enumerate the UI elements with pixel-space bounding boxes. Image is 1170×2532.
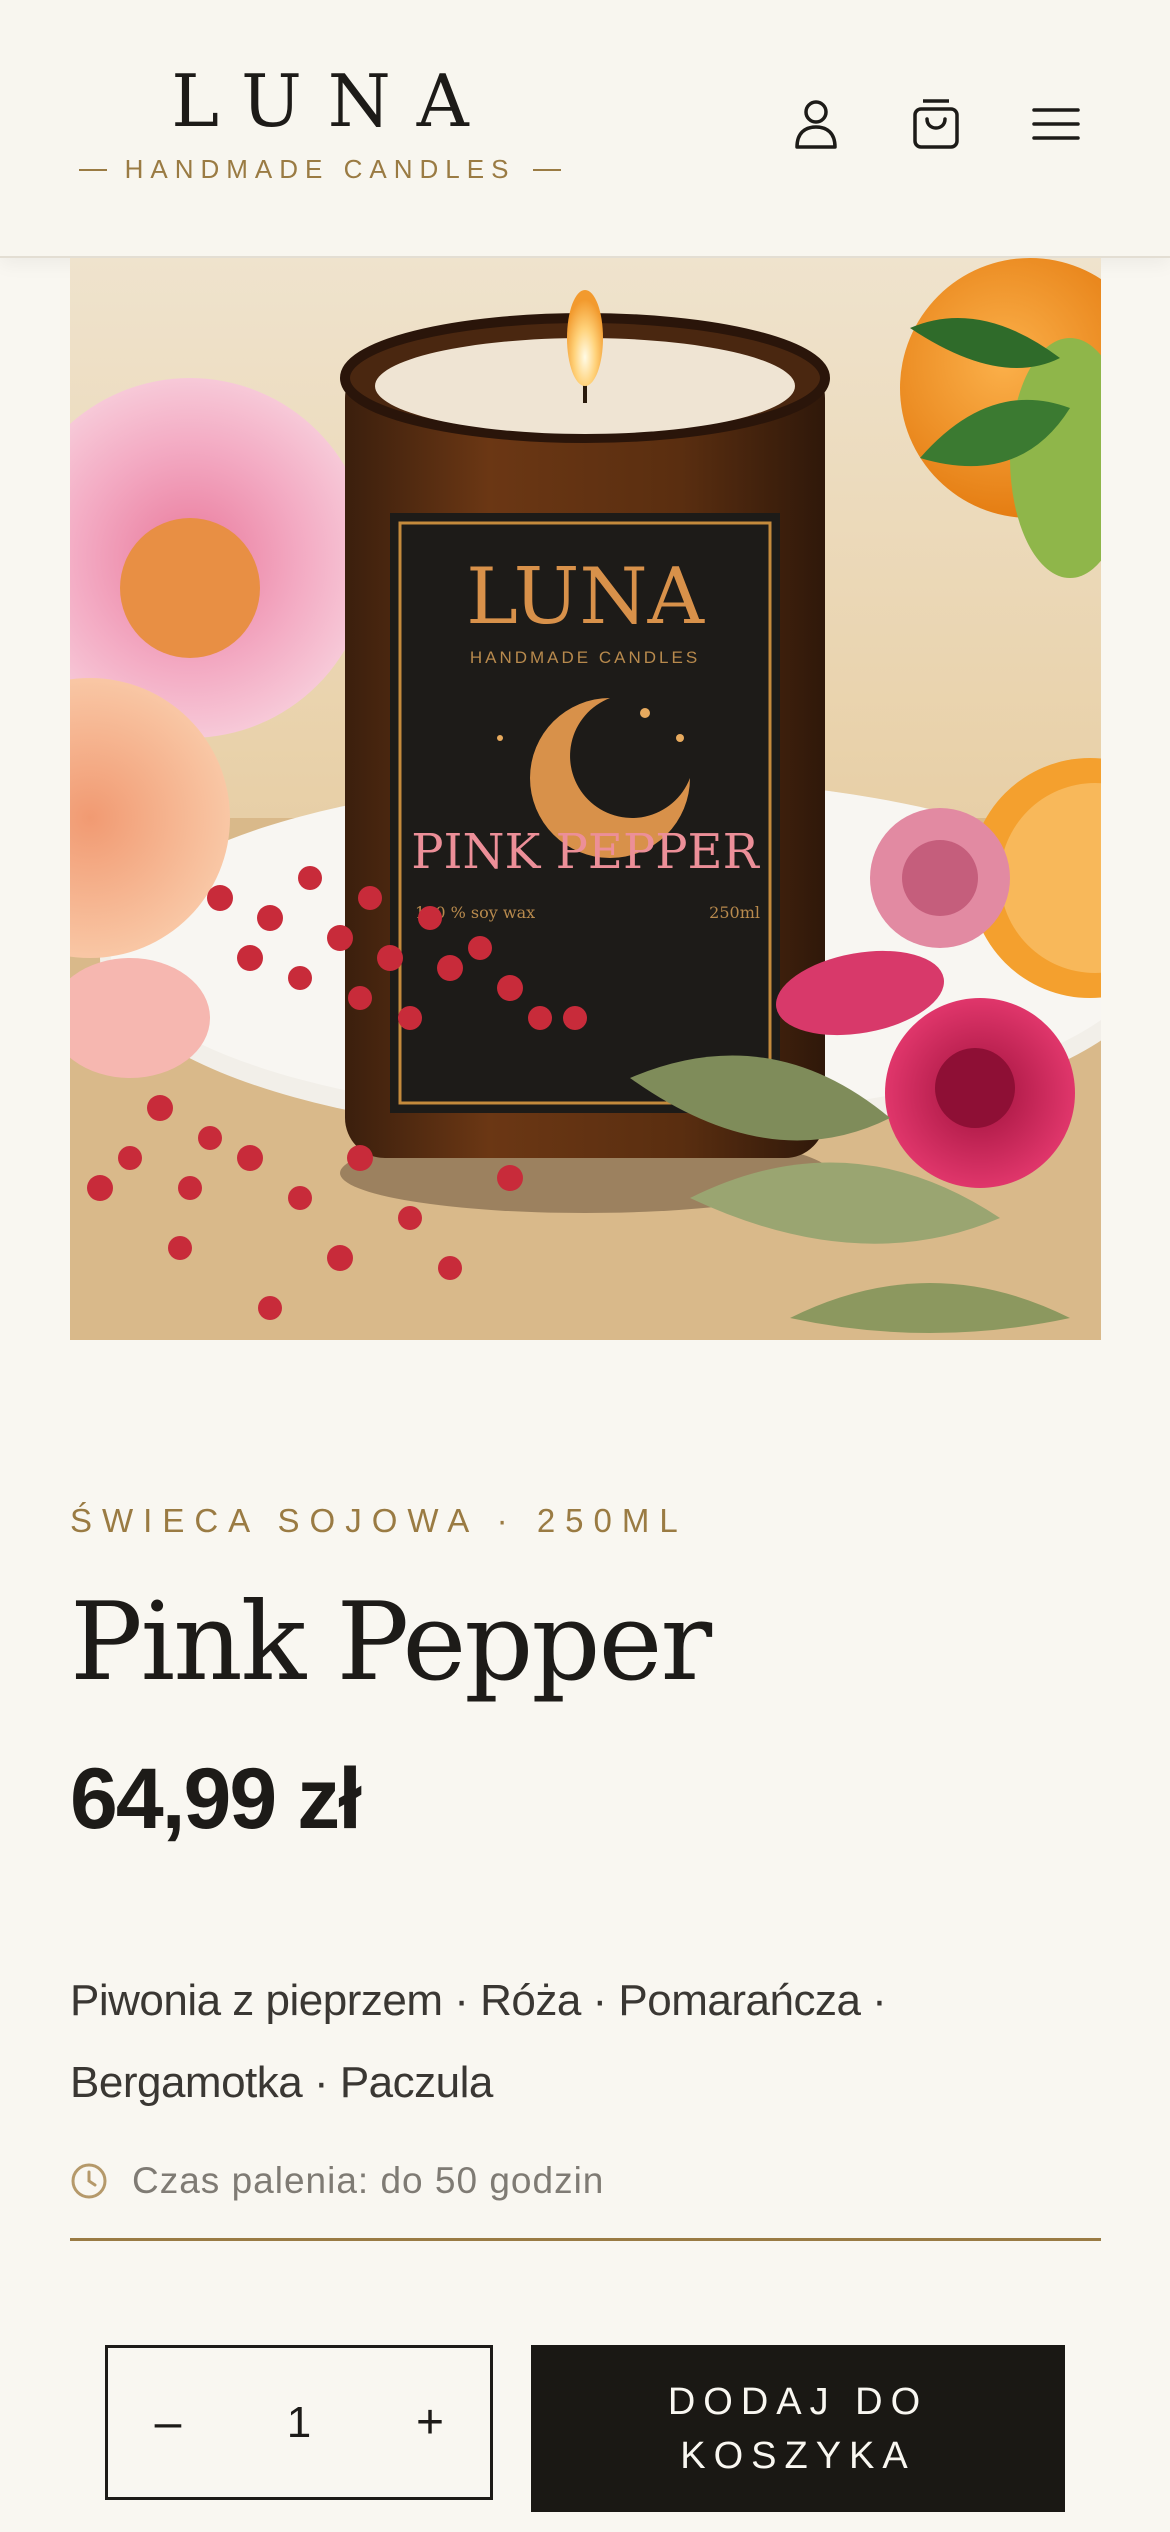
product-image[interactable]: LUNA HANDMADE CANDLES PINK PEPPER 100 % … <box>70 258 1101 1340</box>
brand-tagline: HANDMADE CANDLES <box>70 154 570 185</box>
jar-volume: 250ml <box>709 903 760 922</box>
scent-notes-line-2: Bergamotka · Paczula <box>70 2058 493 2107</box>
menu-icon <box>1032 108 1080 140</box>
cart-button[interactable] <box>906 94 966 154</box>
jar-name: PINK PEPPER <box>411 824 760 880</box>
scent-notes: Piwonia z pieprzem · Róża · Pomarańcza ·… <box>70 1960 1070 2124</box>
clock-icon <box>71 2163 107 2199</box>
shopping-bag-icon <box>913 99 959 149</box>
jar-brand: LUNA <box>466 552 706 642</box>
burn-time-text: Czas palenia: do 50 godzin <box>132 2160 605 2201</box>
tagline-dash-left <box>78 168 107 171</box>
add-to-cart-button[interactable]: DODAJ DO KOSZYKA <box>531 2345 1065 2512</box>
jar-tagline: HANDMADE CANDLES <box>470 648 700 667</box>
scent-notes-line-1: Piwonia z pieprzem · Róża · Pomarańcza · <box>70 1976 887 2025</box>
candle-photo: LUNA HANDMADE CANDLES PINK PEPPER 100 % … <box>70 258 1101 1340</box>
user-icon <box>795 100 837 149</box>
decrement-button[interactable]: – <box>108 2348 228 2497</box>
account-button[interactable] <box>786 94 846 154</box>
quantity-stepper: – 1 + <box>105 2345 493 2500</box>
menu-button[interactable] <box>1026 94 1086 154</box>
brand-logo[interactable]: LUNA <box>70 56 570 146</box>
divider <box>70 2238 1101 2241</box>
tagline-dash-right <box>533 168 562 171</box>
product-price: 64,99 zł <box>70 1751 362 1847</box>
site-header: LUNA HANDMADE CANDLES <box>0 0 1170 258</box>
product-category: ŚWIECA SOJOWA · 250ML <box>70 1502 688 1539</box>
tagline-text: HANDMADE CANDLES <box>124 154 516 184</box>
product-title: Pink Pepper <box>70 1580 712 1705</box>
increment-button[interactable]: + <box>370 2348 490 2497</box>
quantity-value[interactable]: 1 <box>287 2398 311 2448</box>
burn-time: Czas palenia: do 50 godzin <box>70 2156 604 2206</box>
